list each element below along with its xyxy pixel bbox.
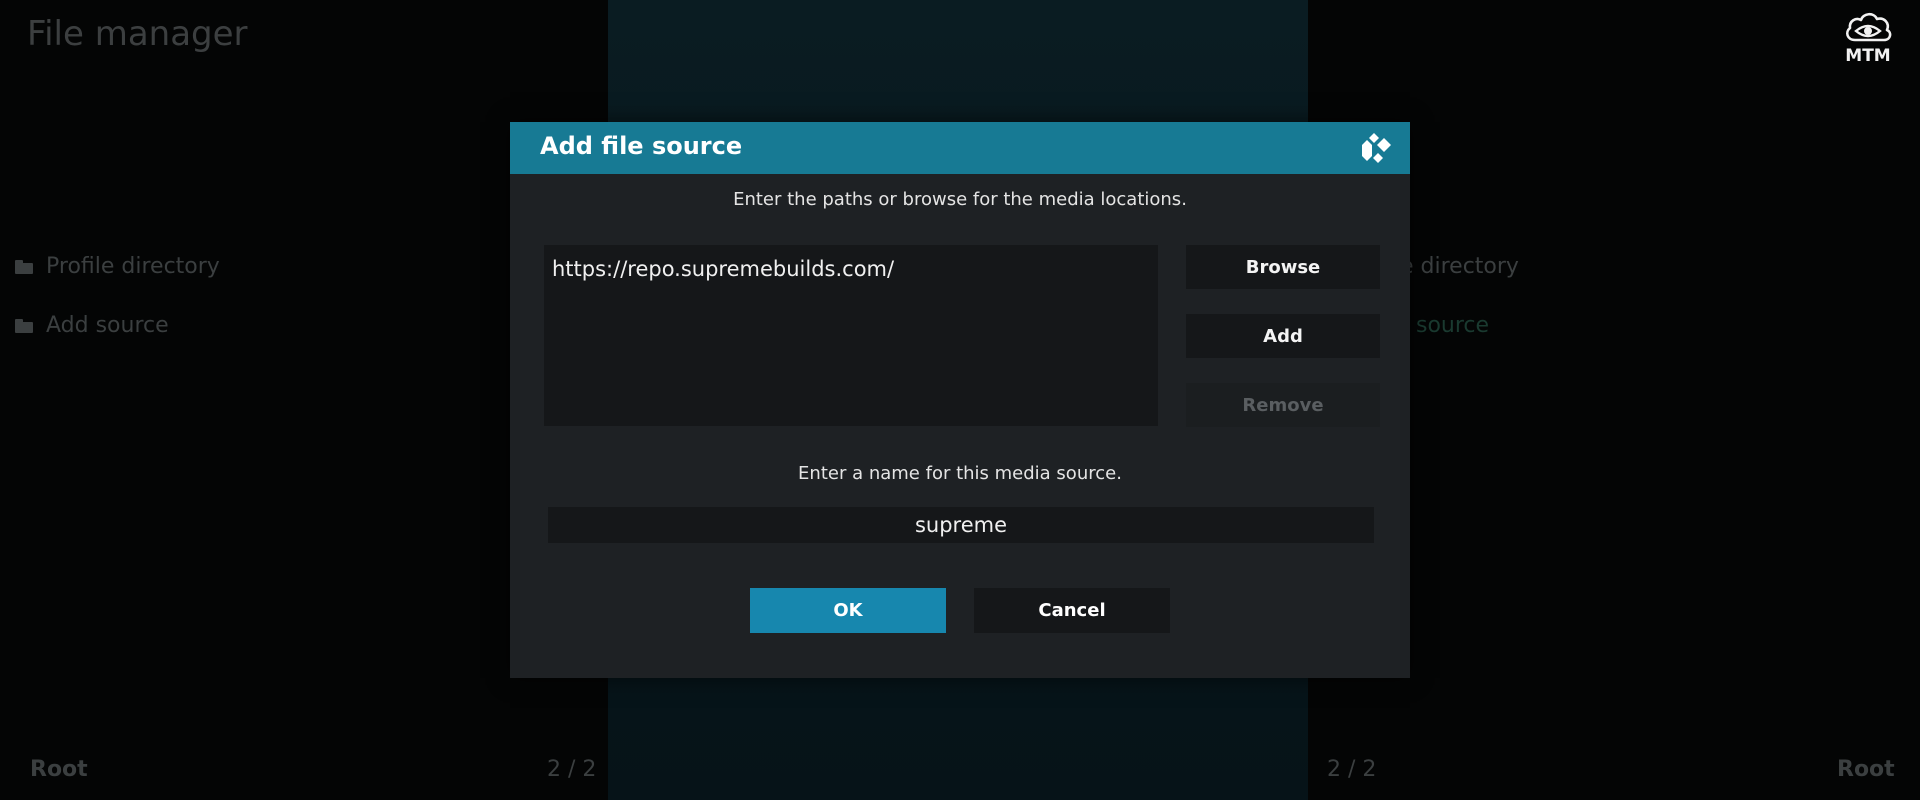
kodi-logo-icon — [1362, 133, 1391, 163]
file-manager-screen: File manager Profile directory Add sourc… — [0, 0, 1920, 800]
name-instruction: Enter a name for this media source. — [798, 463, 1122, 484]
left-item-profile-directory[interactable]: Profile directory — [15, 254, 220, 279]
dialog-header: Add file source — [510, 122, 1410, 174]
source-name-field[interactable]: supreme — [548, 507, 1374, 543]
add-file-source-dialog: Add file source Enter the paths or brows… — [510, 122, 1410, 678]
cloud-eye-icon — [1845, 12, 1892, 42]
path-entry[interactable]: https://repo.supremebuilds.com/ — [552, 257, 894, 281]
left-footer-label: Root — [30, 757, 88, 782]
right-footer-label: Root — [1837, 757, 1895, 782]
paths-instruction: Enter the paths or browse for the media … — [733, 189, 1187, 210]
left-item-label: Add source — [46, 313, 169, 338]
ok-button[interactable]: OK — [750, 588, 946, 633]
app-title: File manager — [27, 14, 248, 54]
right-item-add-source[interactable]: source — [1416, 313, 1489, 338]
cancel-button[interactable]: Cancel — [974, 588, 1170, 633]
mtm-logo: MTM — [1838, 10, 1898, 70]
right-item-label: e directory — [1400, 254, 1519, 279]
left-item-label: Profile directory — [46, 254, 220, 279]
right-item-profile-directory[interactable]: e directory — [1400, 254, 1519, 279]
right-item-label: source — [1416, 313, 1490, 338]
remove-path-button[interactable]: Remove — [1186, 383, 1380, 427]
paths-list[interactable]: https://repo.supremebuilds.com/ — [544, 245, 1158, 426]
dialog-title: Add file source — [540, 132, 743, 160]
add-path-button[interactable]: Add — [1186, 314, 1380, 358]
folder-icon — [15, 259, 33, 274]
browse-button[interactable]: Browse — [1186, 245, 1380, 289]
mtm-logo-text: MTM — [1845, 46, 1891, 66]
left-footer-count: 2 / 2 — [547, 757, 597, 782]
right-footer-count: 2 / 2 — [1327, 757, 1377, 782]
folder-icon — [15, 318, 33, 333]
left-item-add-source[interactable]: Add source — [15, 313, 169, 338]
